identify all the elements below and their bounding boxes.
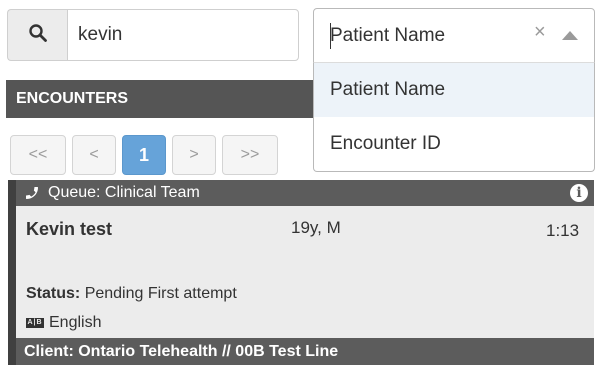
search-input[interactable] bbox=[67, 9, 299, 61]
clear-icon[interactable]: × bbox=[534, 21, 546, 44]
language-row: A|B English bbox=[26, 314, 101, 332]
search-type-dropdown: Patient Name Encounter ID bbox=[313, 62, 595, 172]
language-icon: A|B bbox=[26, 318, 44, 328]
elapsed-time: 1:13 bbox=[546, 221, 580, 240]
search-icon bbox=[28, 23, 48, 48]
first-page-button[interactable]: << bbox=[10, 135, 66, 175]
language-value: English bbox=[49, 314, 102, 331]
patient-age-sex: 19y, M bbox=[291, 218, 341, 237]
select-current-value: Patient Name bbox=[330, 25, 446, 46]
queue-label: Queue: Clinical Team bbox=[48, 184, 200, 201]
client-bar: Client: Ontario Telehealth // 00B Test L… bbox=[16, 338, 594, 365]
client-label: Client bbox=[24, 342, 69, 360]
encounters-header: ENCOUNTERS bbox=[6, 80, 316, 118]
status-label: Status: bbox=[26, 285, 81, 302]
next-page-button[interactable]: > bbox=[172, 135, 216, 175]
patient-name: Kevin test bbox=[26, 219, 113, 239]
info-icon[interactable]: i bbox=[570, 184, 588, 202]
option-encounter-id[interactable]: Encounter ID bbox=[314, 117, 594, 171]
search-button[interactable] bbox=[7, 9, 67, 61]
search-type-select[interactable]: Patient Name × bbox=[313, 8, 595, 63]
encounter-card[interactable]: Queue: Clinical Team i Kevin test 19y, M… bbox=[8, 180, 594, 365]
page-1-button[interactable]: 1 bbox=[122, 135, 166, 175]
last-page-button[interactable]: >> bbox=[222, 135, 278, 175]
queue-bar: Queue: Clinical Team i bbox=[16, 180, 594, 206]
phone-icon bbox=[24, 185, 40, 201]
chevron-up-icon[interactable] bbox=[562, 31, 578, 40]
option-patient-name[interactable]: Patient Name bbox=[314, 63, 594, 117]
prev-page-button[interactable]: < bbox=[72, 135, 116, 175]
pagination: << < 1 > >> bbox=[10, 135, 284, 175]
status-row: Status: Pending First attempt bbox=[26, 285, 237, 303]
client-value: : Ontario Telehealth // 00B Test Line bbox=[68, 342, 339, 360]
status-value: Pending First attempt bbox=[84, 285, 237, 302]
